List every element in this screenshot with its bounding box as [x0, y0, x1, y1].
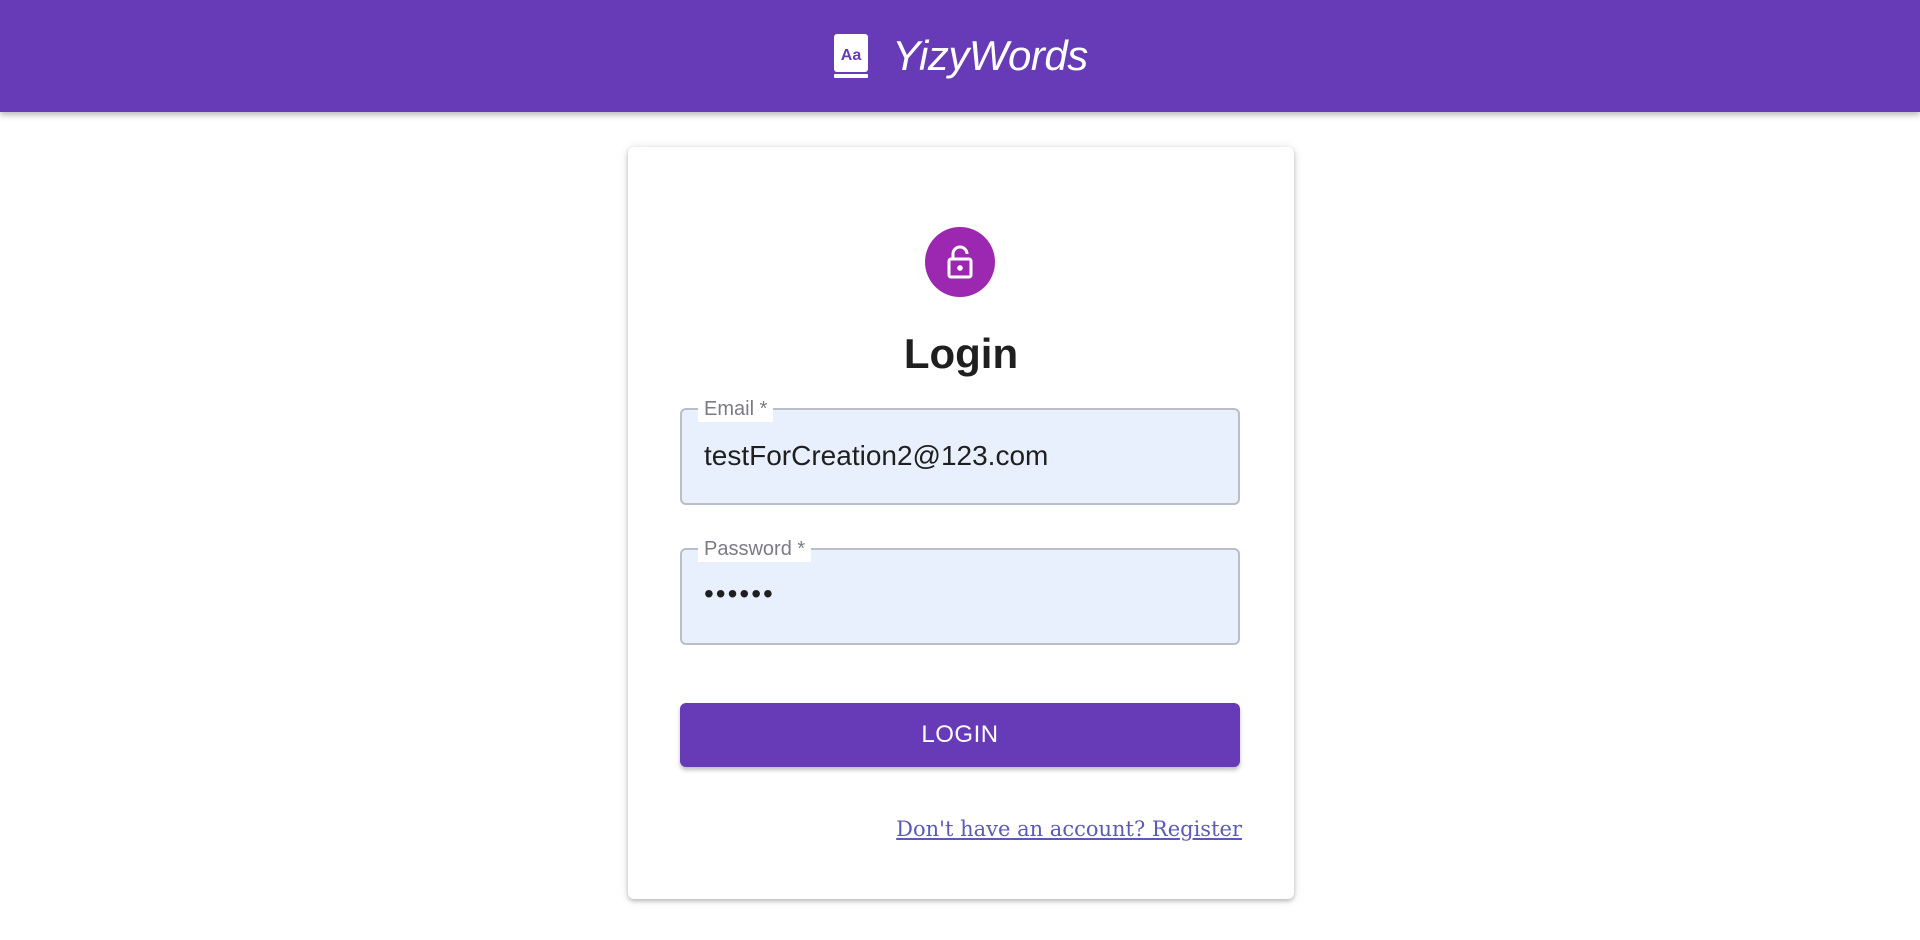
unlock-icon: [925, 227, 995, 297]
svg-text:Aa: Aa: [841, 47, 862, 64]
password-label: Password *: [698, 536, 812, 562]
email-field[interactable]: Email * testForCreation2@123.com: [680, 396, 1240, 505]
dictionary-book-icon: Aa: [832, 32, 870, 80]
brand: Aa YizyWords: [832, 32, 1088, 80]
email-value[interactable]: testForCreation2@123.com: [704, 440, 1216, 472]
page-title: Login: [903, 330, 1019, 377]
app-bar: Aa YizyWords: [0, 0, 1920, 112]
login-button[interactable]: LOGIN: [680, 703, 1240, 767]
register-link[interactable]: Don't have an account? Register: [896, 817, 1242, 841]
email-label: Email *: [698, 396, 774, 422]
password-field[interactable]: Password * ••••••: [680, 536, 1240, 645]
login-card: Login Email * testForCreation2@123.com P…: [628, 147, 1294, 899]
password-value[interactable]: ••••••: [704, 578, 1216, 610]
app-title: YizyWords: [892, 32, 1088, 79]
